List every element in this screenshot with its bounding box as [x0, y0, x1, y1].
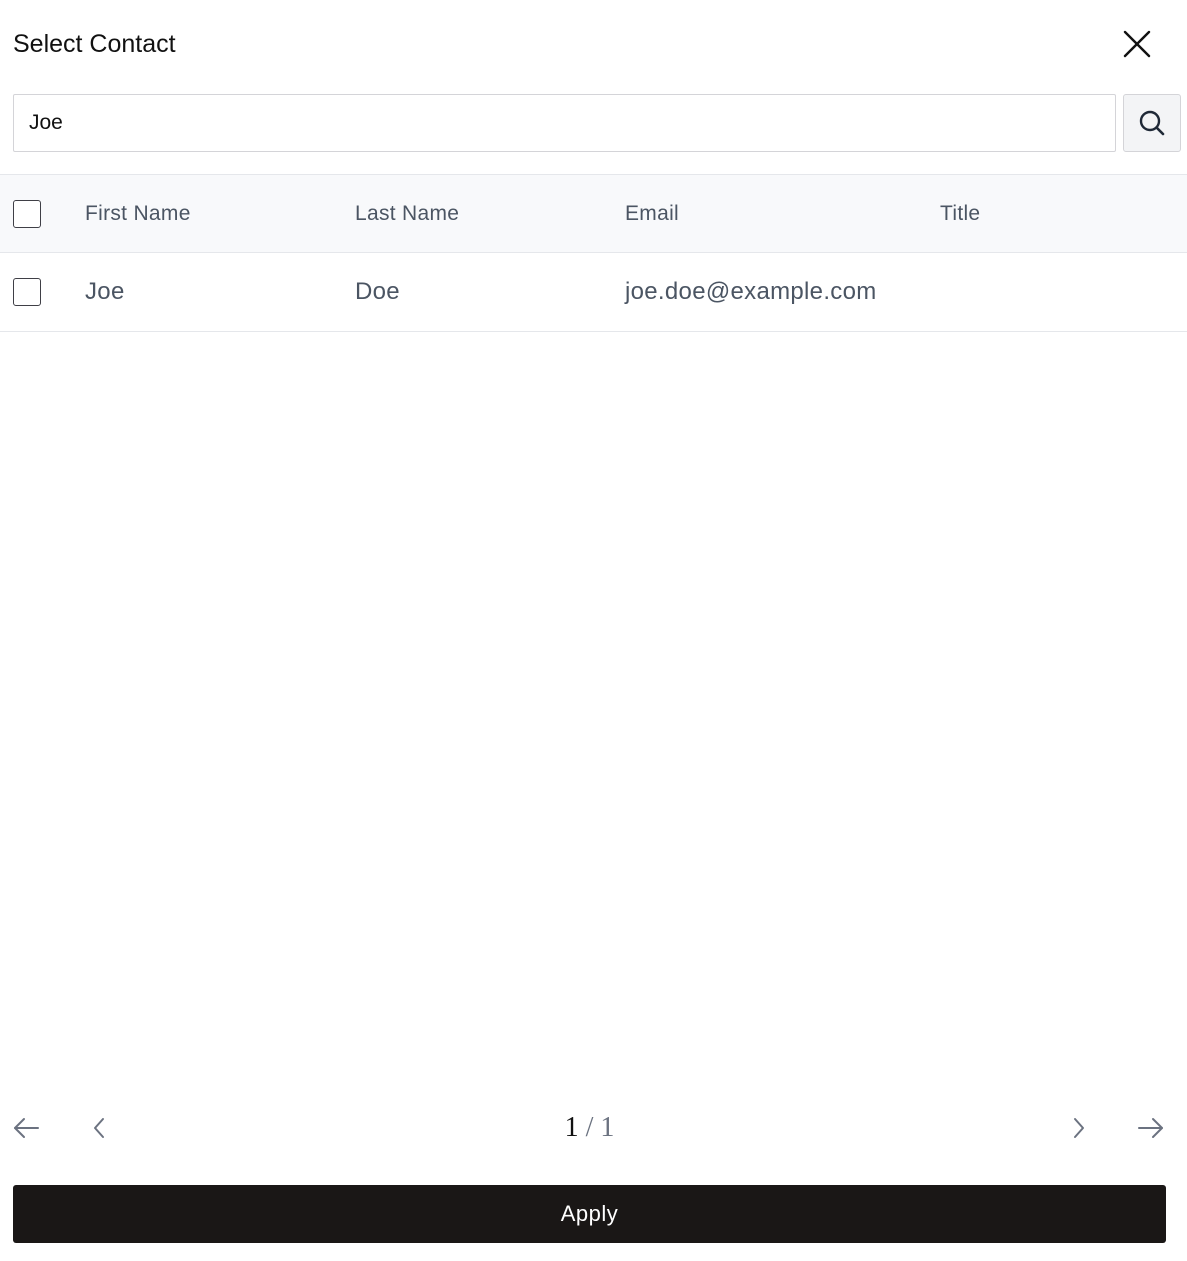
cell-last-name: Doe — [355, 278, 400, 305]
contacts-table: First Name Last Name Email Title Joe Doe… — [0, 174, 1187, 332]
table-row[interactable]: Joe Doe joe.doe@example.com — [0, 253, 1187, 332]
search-button[interactable] — [1123, 94, 1181, 152]
select-contact-dialog: Select Contact First Name Last Name Emai… — [0, 0, 1187, 1261]
page-separator: / — [585, 1112, 594, 1143]
close-button[interactable] — [1117, 24, 1157, 64]
current-page: 1 — [564, 1112, 579, 1143]
column-header-first-name[interactable]: First Name — [85, 175, 191, 253]
column-header-email[interactable]: Email — [625, 175, 679, 253]
arrow-right-icon — [1138, 1118, 1163, 1138]
total-pages: 1 — [600, 1112, 615, 1143]
last-page-button[interactable] — [1133, 1110, 1169, 1146]
column-header-last-name[interactable]: Last Name — [355, 175, 459, 253]
next-page-button[interactable] — [1061, 1110, 1097, 1146]
select-all-checkbox[interactable] — [13, 200, 41, 228]
page-indicator: 1 / 1 — [0, 1112, 1179, 1144]
apply-button[interactable]: Apply — [13, 1185, 1166, 1243]
chevron-right-icon — [1074, 1118, 1084, 1138]
search-input[interactable] — [13, 94, 1116, 152]
row-checkbox[interactable] — [13, 278, 41, 306]
table-header-row: First Name Last Name Email Title — [0, 174, 1187, 253]
pagination: 1 / 1 — [0, 1104, 1187, 1152]
dialog-title: Select Contact — [13, 30, 176, 58]
close-icon — [1123, 30, 1151, 58]
cell-email: joe.doe@example.com — [625, 278, 877, 305]
search-icon — [1139, 110, 1165, 136]
column-header-title[interactable]: Title — [940, 175, 980, 253]
cell-first-name: Joe — [85, 278, 125, 305]
